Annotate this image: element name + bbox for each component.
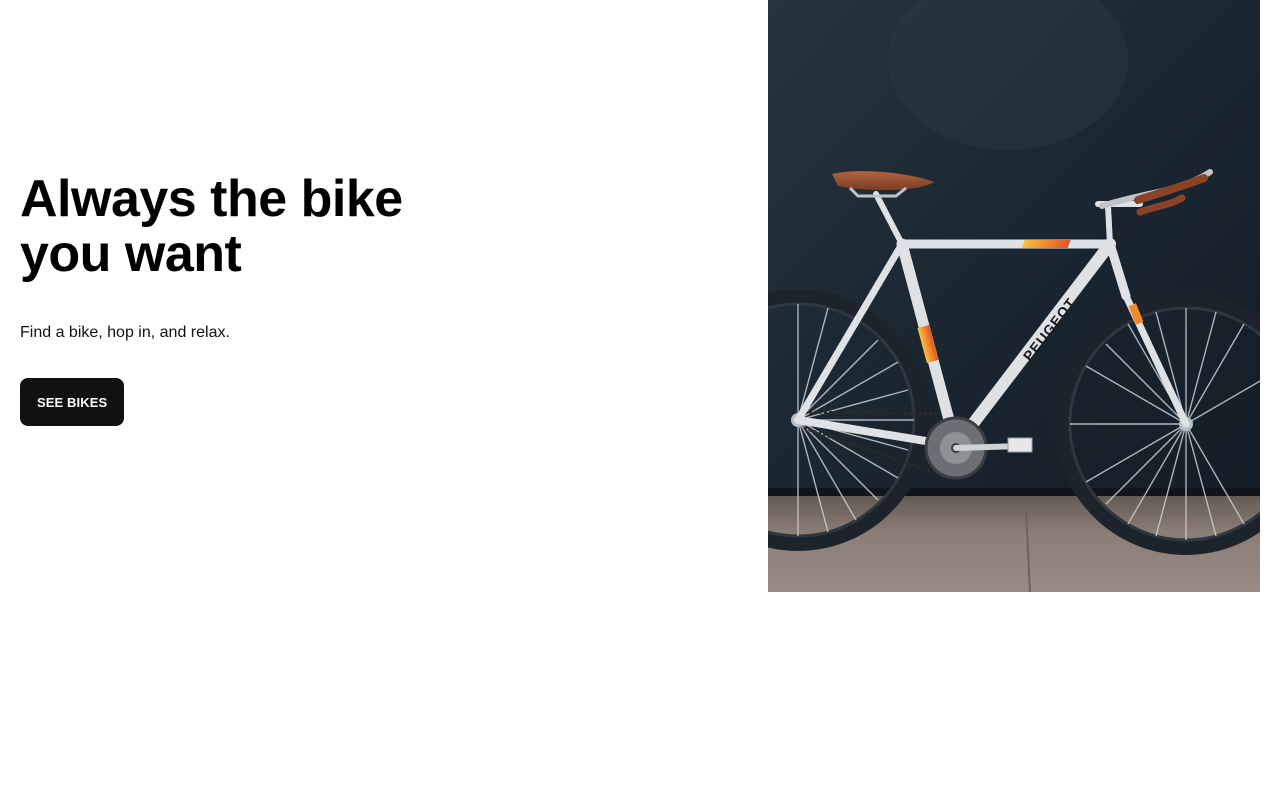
bike-photo-illustration: PEUGEOT <box>768 0 1260 592</box>
hero-copy: Always the bike you want Find a bike, ho… <box>20 172 440 426</box>
hero-title-line-1: Always the bike <box>20 170 403 228</box>
hero-title: Always the bike you want <box>20 172 440 282</box>
see-bikes-button[interactable]: SEE BIKES <box>20 378 125 426</box>
hero-bike-image: PEUGEOT <box>768 0 1260 592</box>
hero-title-line-2: you want <box>20 225 242 283</box>
hero-subtitle: Find a bike, hop in, and relax. <box>20 324 230 341</box>
hero-section: Always the bike you want Find a bike, ho… <box>0 0 1280 800</box>
top-tube-stripe <box>1021 240 1071 248</box>
